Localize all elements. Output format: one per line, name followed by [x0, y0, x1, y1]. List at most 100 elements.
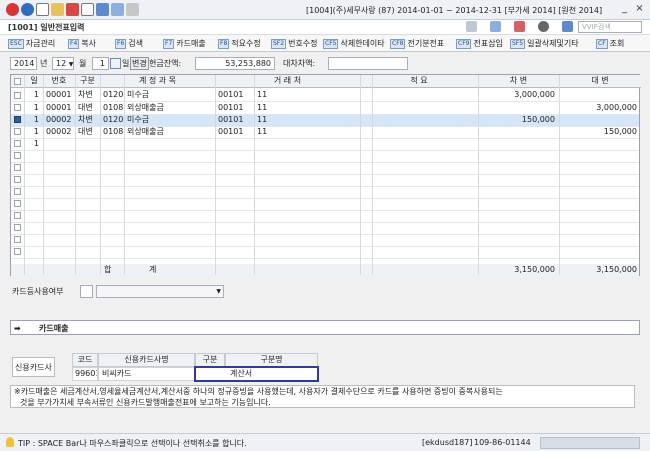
card-sales-title: 카드매출 — [39, 324, 69, 333]
cell-day[interactable]: 1 — [25, 138, 43, 150]
row-checkbox[interactable] — [14, 152, 21, 159]
fkey-bulk-delete-button[interactable]: SF5 일괄삭제및기타 — [510, 37, 579, 50]
close-window-button[interactable]: × — [633, 3, 646, 16]
settings-icon[interactable] — [562, 21, 573, 32]
cell-type[interactable]: 대변 — [78, 102, 100, 114]
card-usage-select[interactable]: ▼ — [96, 285, 224, 298]
cell-partner-name[interactable]: 11 — [257, 126, 360, 138]
cell-debit[interactable]: 3,000,000 — [478, 89, 559, 101]
fkey-copy-button[interactable]: F4 복사 — [68, 37, 96, 50]
card-col-code-header: 코드 — [72, 353, 98, 367]
month-select[interactable]: 12 ▼ — [52, 57, 74, 70]
cell-type[interactable]: 대변 — [78, 126, 100, 138]
status-biz-number: 109-86-01144 — [474, 438, 531, 447]
cell-partner-code[interactable]: 00101 — [218, 89, 254, 101]
print-icon[interactable] — [81, 3, 94, 16]
calendar-icon[interactable] — [110, 58, 121, 69]
fkey-deleted-data-button[interactable]: CF5 삭제한데이타 — [323, 37, 385, 50]
card-usage-checkbox[interactable] — [80, 285, 93, 298]
row-checkbox[interactable] — [14, 212, 21, 219]
cell-account-code[interactable]: 0108 — [103, 102, 124, 114]
cell-partner-code[interactable]: 00101 — [218, 126, 254, 138]
cell-account-name[interactable]: 외상매출금 — [127, 102, 215, 114]
fkey-memo-edit-button[interactable]: F8 적요수정 — [218, 37, 261, 50]
cell-account-code[interactable]: 0120 — [103, 114, 124, 126]
calculator-icon[interactable] — [490, 21, 501, 32]
row-checkbox[interactable] — [14, 128, 21, 135]
cell-partner-name[interactable]: 11 — [257, 102, 360, 114]
cell-credit[interactable]: 150,000 — [559, 126, 641, 138]
cell-type[interactable]: 차변 — [78, 114, 100, 126]
row-checkbox[interactable] — [14, 200, 21, 207]
tools-icon[interactable] — [466, 21, 477, 32]
day-field[interactable]: 1 — [92, 57, 109, 70]
fkey-card-sales-button[interactable]: F7 카드매출 — [163, 37, 206, 50]
cell-no[interactable]: 00002 — [46, 114, 75, 126]
cell-account-name[interactable]: 외상매출금 — [127, 126, 215, 138]
fkey-fund-button[interactable]: ESC 자금관리 — [8, 37, 55, 50]
cell-day[interactable]: 1 — [25, 114, 43, 126]
cell-account-name[interactable]: 미수금 — [127, 89, 215, 101]
screen-title: [1001] 일반전표입력 — [8, 23, 85, 32]
cell-partner-name[interactable]: 11 — [257, 89, 360, 101]
save-icon[interactable] — [96, 3, 109, 16]
function-key-bar: ESC 자금관리 F4 복사 F6 검색 F7 카드매출 F8 적요수정 SF2 번호수정 … — [0, 35, 650, 52]
row-checkbox[interactable] — [14, 248, 21, 255]
calendar-icon[interactable] — [111, 3, 124, 16]
cell-type[interactable]: 차변 — [78, 89, 100, 101]
change-button[interactable]: 변경 — [130, 57, 149, 70]
cell-account-code[interactable]: 0108 — [103, 126, 124, 138]
row-checkbox[interactable] — [14, 164, 21, 171]
fkey-search-button[interactable]: F6 검색 — [115, 37, 143, 50]
cell-credit[interactable]: 3,000,000 — [559, 102, 641, 114]
row-checkbox[interactable] — [14, 188, 21, 195]
card-code-cell[interactable]: 99601 — [72, 367, 98, 381]
row-checkbox[interactable] — [14, 236, 21, 243]
row-checkbox[interactable] — [14, 92, 21, 99]
cell-no[interactable]: 00001 — [46, 102, 75, 114]
fkey-number-edit-button[interactable]: SF2 번호수정 — [271, 37, 318, 50]
cell-account-name[interactable]: 미수금 — [127, 114, 215, 126]
card-name-cell[interactable]: 비씨카드 — [98, 367, 195, 381]
card-col-typename-header: 구분명 — [225, 353, 318, 367]
tools-icon[interactable] — [126, 3, 139, 16]
clock-icon[interactable] — [538, 21, 549, 32]
row-checkbox[interactable] — [14, 140, 21, 147]
fkey-voucher-insert-button[interactable]: CF9 전표삽입 — [456, 37, 503, 50]
row-checkbox[interactable] — [14, 116, 21, 123]
cash-balance-label: 현금잔액: — [149, 59, 182, 68]
chevron-down-icon: ▼ — [216, 288, 221, 295]
cell-no[interactable]: 00001 — [46, 89, 75, 101]
cell-partner-code[interactable]: 00101 — [218, 114, 254, 126]
status-toolbar-icons[interactable] — [540, 437, 640, 449]
cell-no[interactable]: 00002 — [46, 126, 75, 138]
cell-debit[interactable]: 150,000 — [478, 114, 559, 126]
select-all-checkbox[interactable] — [14, 78, 21, 85]
help-icon[interactable] — [21, 3, 34, 16]
diff-value — [328, 57, 408, 70]
minimize-button[interactable]: _ — [618, 3, 631, 16]
journal-grid: 일 번호 구분 계 정 과 목 거 래 처 적 요 차 변 대 변 1 0000… — [10, 74, 641, 276]
fkey-prior-voucher-button[interactable]: CF8 전기분전표 — [390, 37, 444, 50]
cell-account-code[interactable]: 0120 — [103, 89, 124, 101]
cell-day[interactable]: 1 — [25, 102, 43, 114]
close-circle-icon[interactable] — [6, 3, 19, 16]
card-sales-notice: ※카드매출은 세금계산서,영세율세금계산서,계산서중 하나의 정규증빙을 사용했… — [10, 385, 635, 408]
row-checkbox[interactable] — [14, 104, 21, 111]
folder-icon[interactable] — [51, 3, 64, 16]
cell-partner-name[interactable]: 11 — [257, 114, 360, 126]
delete-icon[interactable] — [66, 3, 79, 16]
document-icon[interactable] — [36, 3, 49, 16]
row-checkbox[interactable] — [14, 224, 21, 231]
col-account-header: 계 정 과 목 — [100, 75, 215, 87]
cell-partner-code[interactable]: 00101 — [218, 102, 254, 114]
vvip-search-input[interactable]: VVIP검색 — [578, 21, 642, 33]
mail-icon[interactable] — [514, 21, 525, 32]
card-type-name-cell-focused[interactable]: 계산서 — [194, 366, 319, 382]
year-field[interactable]: 2014 — [10, 57, 37, 70]
diff-label: 대차차액: — [283, 59, 316, 68]
row-checkbox[interactable] — [14, 176, 21, 183]
cell-day[interactable]: 1 — [25, 126, 43, 138]
cell-day[interactable]: 1 — [25, 89, 43, 101]
fkey-inquiry-button[interactable]: CF 조회 — [596, 37, 624, 50]
